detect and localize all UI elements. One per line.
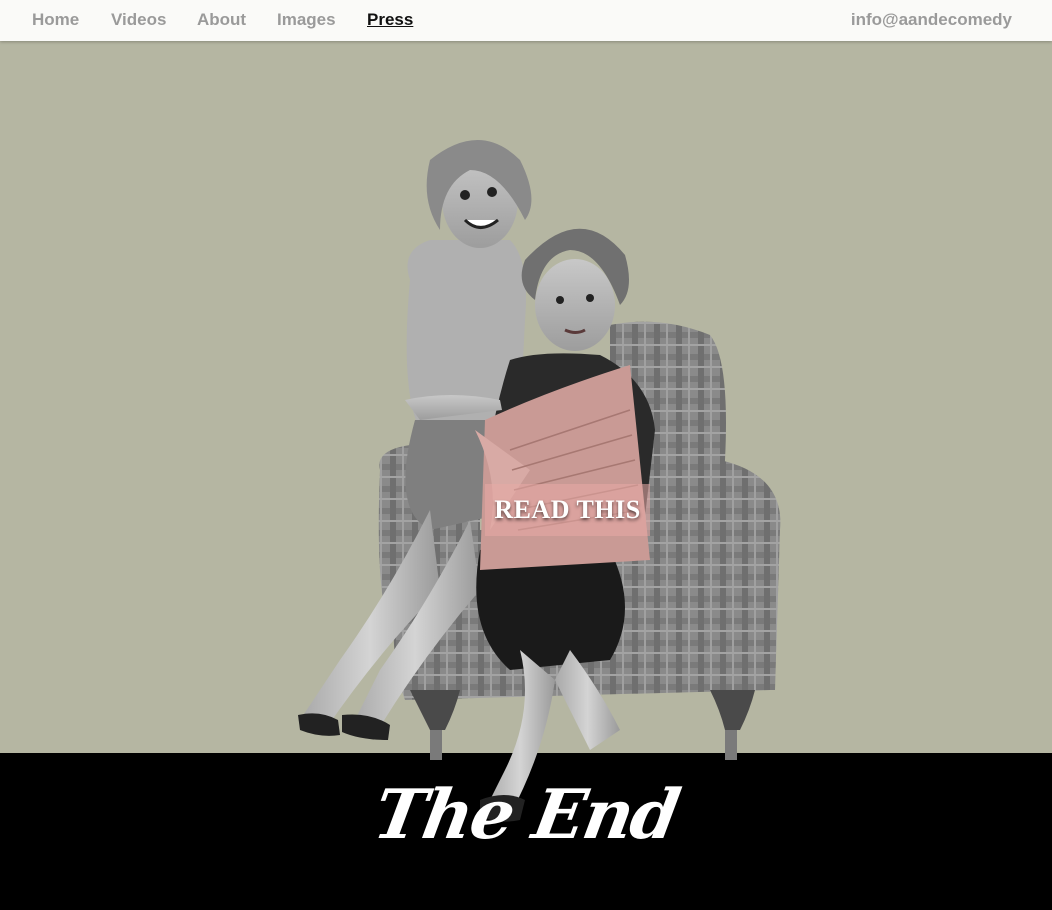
nav-link-images[interactable]: Images: [277, 10, 336, 30]
the-end-title: The End: [368, 775, 684, 855]
nav-link-press[interactable]: Press: [367, 10, 413, 30]
nav-link-home[interactable]: Home: [32, 10, 79, 30]
read-this-button[interactable]: READ THIS: [485, 484, 650, 536]
top-navigation: Home Videos About Images Press info@aand…: [0, 0, 1052, 41]
nav-link-videos[interactable]: Videos: [111, 10, 166, 30]
two-women-reading-newspaper-illustration: [298, 140, 781, 822]
contact-email-link[interactable]: info@aandecomedy: [851, 10, 1012, 30]
nav-link-about[interactable]: About: [197, 10, 246, 30]
